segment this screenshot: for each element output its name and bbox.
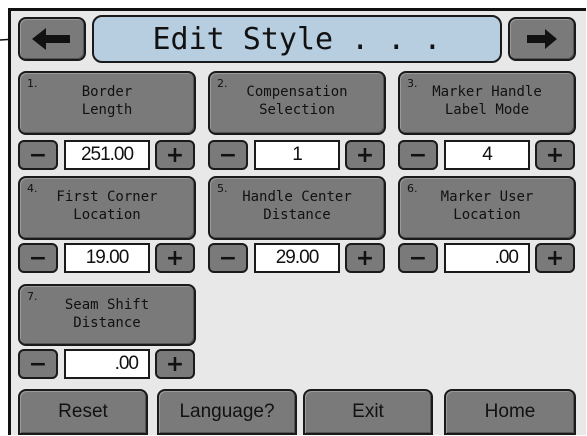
exit-label: Exit — [352, 401, 384, 422]
minus-icon: − — [28, 351, 48, 377]
plus-icon: + — [355, 245, 375, 271]
reset-label: Reset — [58, 401, 108, 422]
border-length-value[interactable]: 251.00 — [64, 140, 150, 170]
minus-icon: − — [408, 245, 428, 271]
marker-user-location-value[interactable]: .00 — [444, 243, 530, 273]
value-text: 251.00 — [80, 144, 134, 165]
param-number: 2. — [217, 77, 228, 90]
param-compensation-selection-button[interactable]: 2. Compensation Selection — [208, 71, 386, 135]
language-label: Language? — [179, 401, 275, 422]
param-number: 5. — [217, 182, 228, 195]
handle-center-distance-plus-button[interactable]: + — [345, 243, 385, 273]
value-text: 19.00 — [85, 247, 130, 268]
page-title: Edit Style . . . — [92, 15, 502, 63]
page-title-text: Edit Style . . . — [152, 21, 442, 57]
param-marker-user-location-button[interactable]: 6. Marker User Location — [398, 176, 576, 240]
param-label-line2: Selection — [259, 102, 335, 118]
param-handle-center-distance-button[interactable]: 5. Handle Center Distance — [208, 176, 386, 240]
language-button[interactable]: Language? — [157, 389, 297, 435]
param-first-corner-location-button[interactable]: 4. First Corner Location — [18, 176, 196, 240]
param-label-line1: First Corner — [56, 189, 158, 205]
plus-icon: + — [545, 142, 565, 168]
plus-icon: + — [545, 245, 565, 271]
param-number: 3. — [407, 77, 418, 90]
minus-icon: − — [28, 142, 48, 168]
border-length-plus-button[interactable]: + — [155, 140, 195, 170]
plus-icon: + — [355, 142, 375, 168]
forward-button[interactable] — [508, 17, 576, 61]
param-marker-handle-label-mode-button[interactable]: 3. Marker Handle Label Mode — [398, 71, 576, 135]
param-border-length-button[interactable]: 1. Border Length — [18, 71, 196, 135]
value-text: 29.00 — [275, 247, 320, 268]
param-label-line1: Marker Handle — [432, 84, 542, 100]
marker-user-location-plus-button[interactable]: + — [535, 243, 575, 273]
plus-icon: + — [165, 142, 185, 168]
param-number: 6. — [407, 182, 418, 195]
param-number: 1. — [27, 77, 38, 90]
seam-shift-distance-minus-button[interactable]: − — [18, 349, 58, 379]
minus-icon: − — [28, 245, 48, 271]
param-number: 4. — [27, 182, 38, 195]
arrow-left-icon — [32, 28, 70, 50]
plus-icon: + — [165, 351, 185, 377]
back-button[interactable] — [18, 17, 86, 61]
param-number: 7. — [27, 290, 38, 303]
handle-center-distance-value[interactable]: 29.00 — [254, 243, 340, 273]
marker-handle-label-mode-plus-button[interactable]: + — [535, 140, 575, 170]
arrow-right-icon — [527, 29, 557, 49]
param-label-line2: Label Mode — [444, 102, 530, 118]
param-label-line1: Handle Center — [242, 189, 352, 205]
exit-button[interactable]: Exit — [303, 389, 433, 435]
param-label-line2: Length — [81, 102, 133, 118]
home-button[interactable]: Home — [444, 389, 576, 435]
marker-user-location-minus-button[interactable]: − — [398, 243, 438, 273]
first-corner-location-minus-button[interactable]: − — [18, 243, 58, 273]
compensation-selection-minus-button[interactable]: − — [208, 140, 248, 170]
value-text: .00 — [114, 353, 139, 374]
param-label-line2: Distance — [73, 315, 141, 331]
marker-handle-label-mode-minus-button[interactable]: − — [398, 140, 438, 170]
home-label: Home — [484, 401, 536, 422]
minus-icon: − — [408, 142, 428, 168]
seam-shift-distance-plus-button[interactable]: + — [155, 349, 195, 379]
param-label-line1: Compensation — [246, 84, 348, 100]
handle-center-distance-minus-button[interactable]: − — [208, 243, 248, 273]
first-corner-location-plus-button[interactable]: + — [155, 243, 195, 273]
minus-icon: − — [218, 142, 238, 168]
compensation-selection-plus-button[interactable]: + — [345, 140, 385, 170]
param-label-line2: Distance — [263, 207, 331, 223]
param-label-line1: Marker User — [440, 189, 534, 205]
param-label-line1: Border — [81, 84, 133, 100]
plus-icon: + — [165, 245, 185, 271]
marker-handle-label-mode-value[interactable]: 4 — [444, 140, 530, 170]
param-seam-shift-distance-button[interactable]: 7. Seam Shift Distance — [18, 284, 196, 346]
value-text: .00 — [494, 247, 519, 268]
compensation-selection-value[interactable]: 1 — [254, 140, 340, 170]
param-label-line2: Location — [453, 207, 521, 223]
reset-button[interactable]: Reset — [18, 389, 148, 435]
param-label-line2: Location — [73, 207, 141, 223]
value-text: 1 — [292, 144, 303, 165]
first-corner-location-value[interactable]: 19.00 — [64, 243, 150, 273]
minus-icon: − — [218, 245, 238, 271]
value-text: 4 — [482, 144, 493, 165]
border-length-minus-button[interactable]: − — [18, 140, 58, 170]
param-label-line1: Seam Shift — [64, 297, 150, 313]
seam-shift-distance-value[interactable]: .00 — [64, 349, 150, 379]
